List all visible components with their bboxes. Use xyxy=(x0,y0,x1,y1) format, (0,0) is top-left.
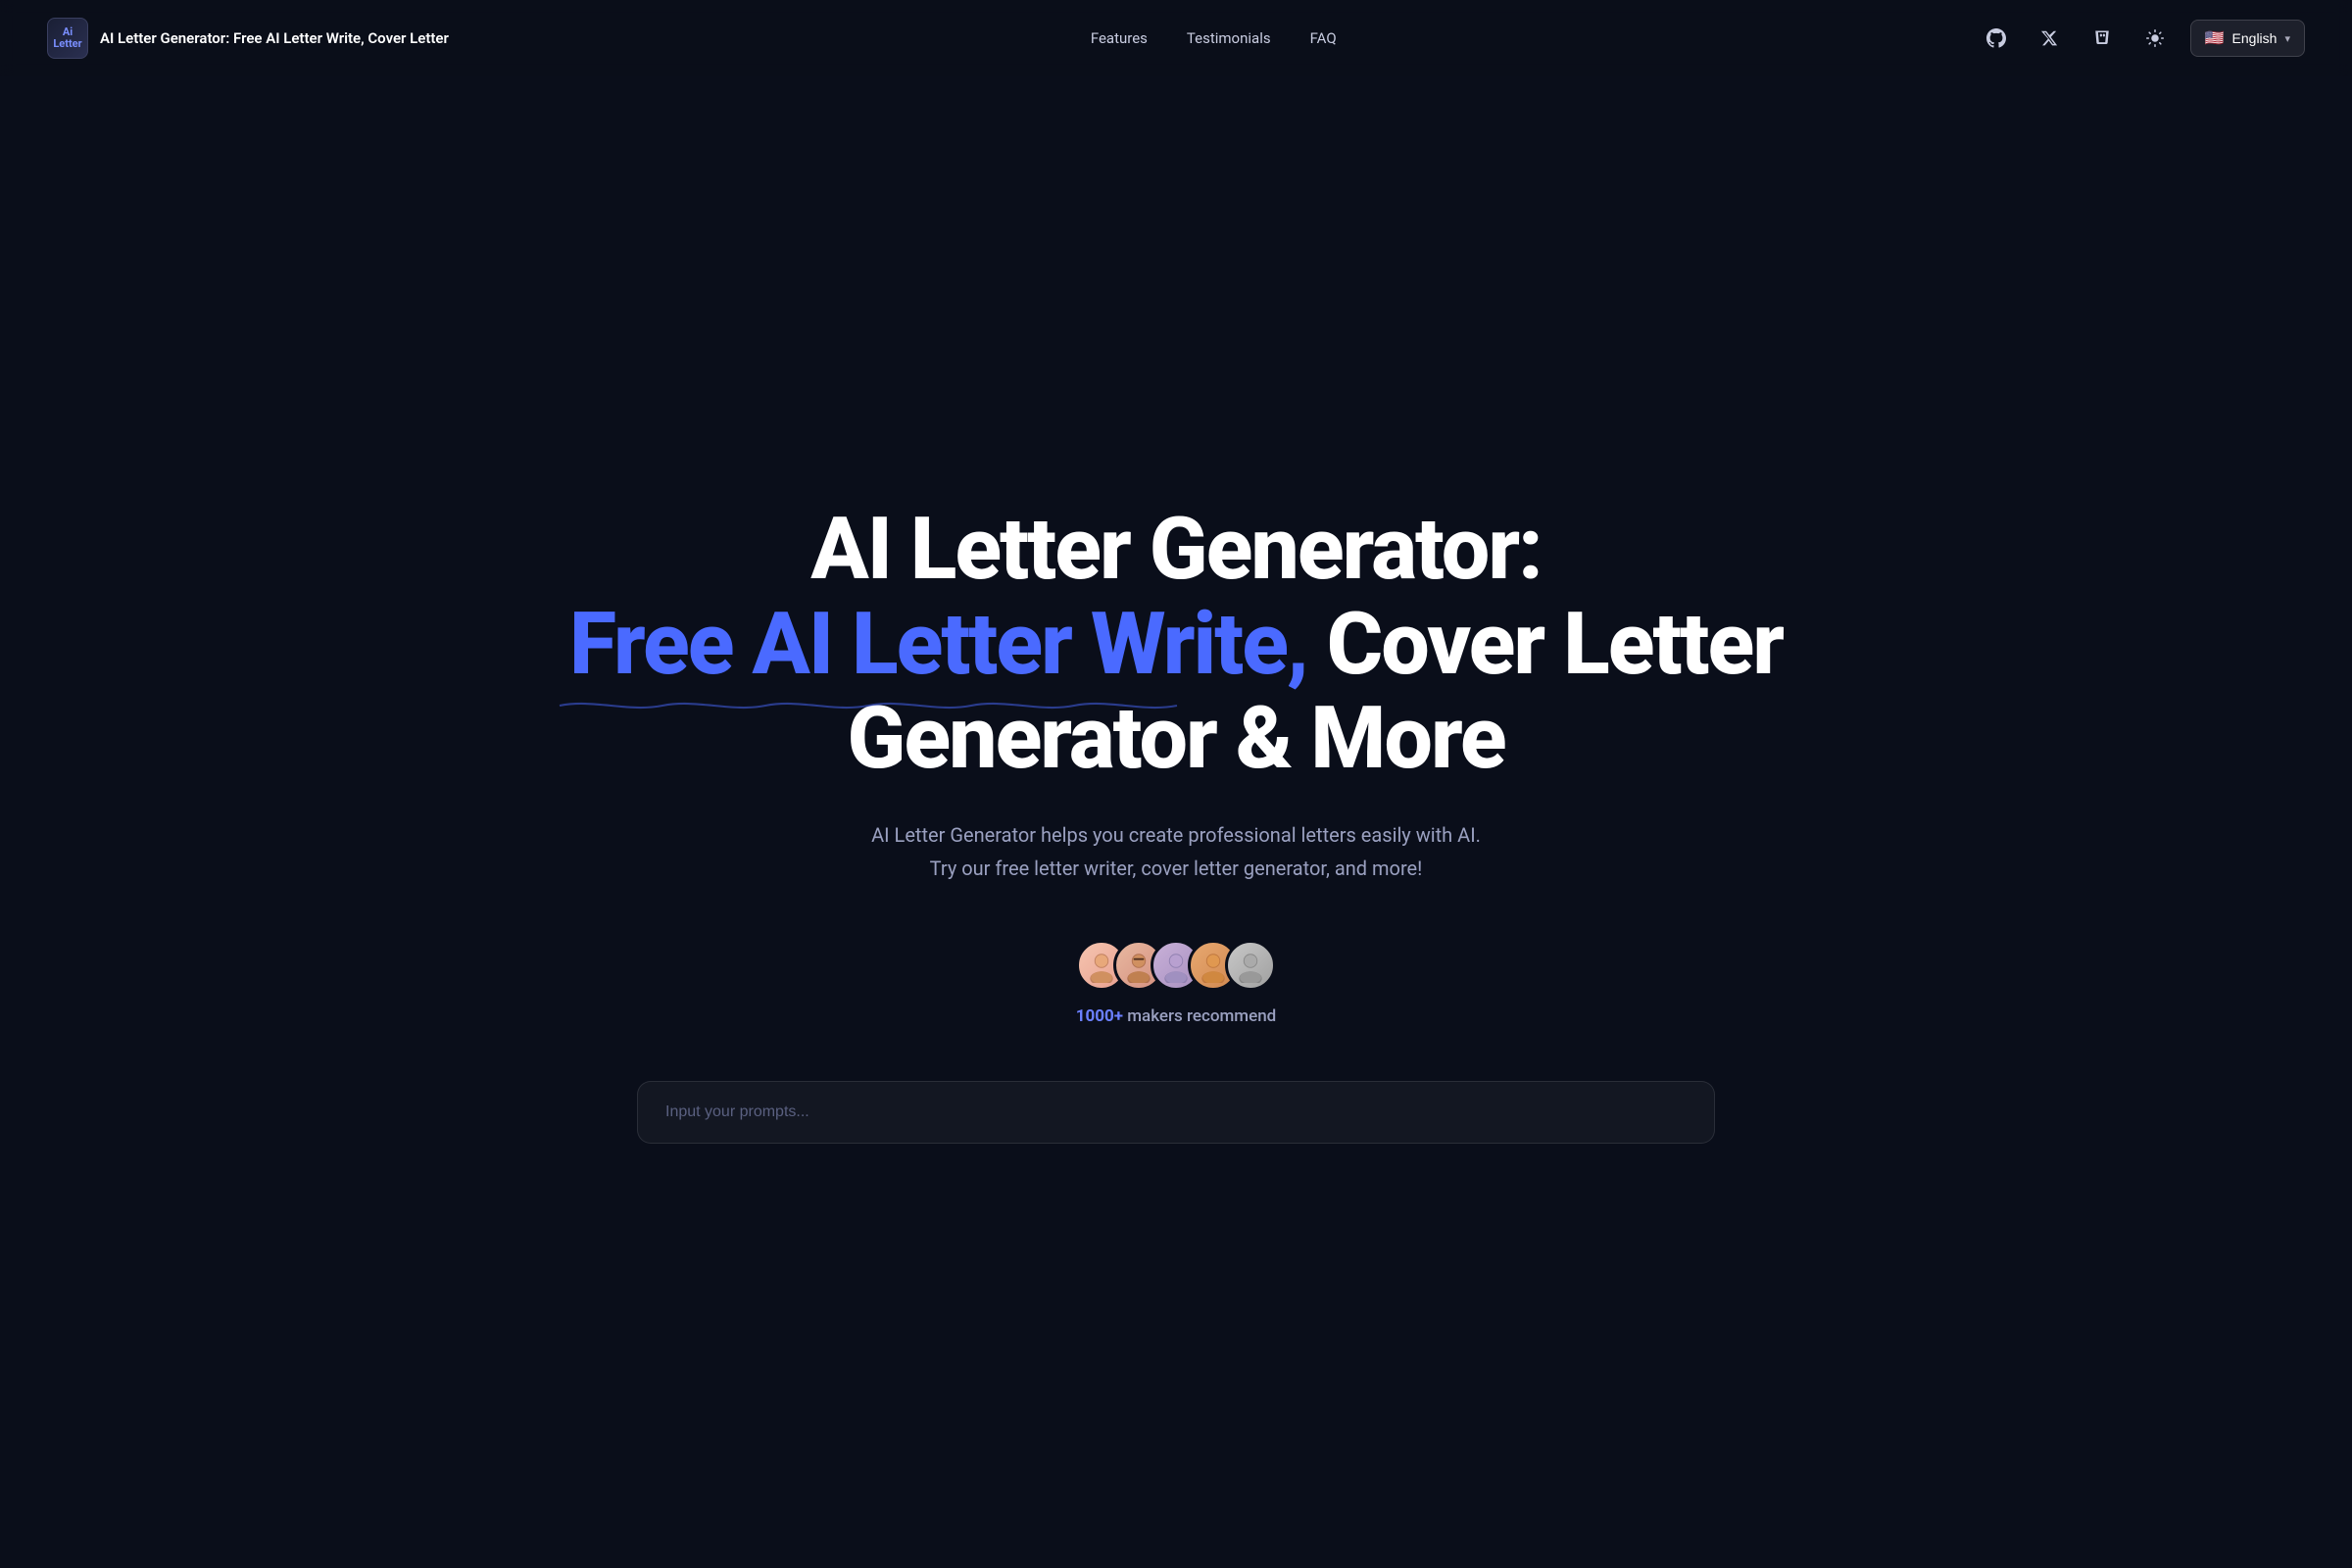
makers-count: 1000+ xyxy=(1076,1006,1123,1026)
language-label: English xyxy=(2232,30,2278,46)
prompt-input-area xyxy=(637,1081,1715,1144)
chevron-down-icon: ▾ xyxy=(2284,32,2290,45)
nav-faq[interactable]: FAQ xyxy=(1310,29,1337,47)
github-icon[interactable] xyxy=(1979,21,2014,56)
navbar-center: Features Testimonials FAQ xyxy=(1091,29,1337,47)
navbar-left: Ai Letter AI Letter Generator: Free AI L… xyxy=(47,18,449,59)
navbar-right: 🇺🇸 English ▾ xyxy=(1979,20,2305,57)
squiggle-decoration xyxy=(560,699,1177,712)
hero-title: AI Letter Generator: Free AI Letter Writ… xyxy=(569,503,1783,787)
makers-recommend: 1000+ makers recommend xyxy=(1076,1006,1277,1026)
coffee-icon[interactable] xyxy=(2084,21,2120,56)
prompt-input[interactable] xyxy=(665,1103,1687,1121)
social-proof: 1000+ makers recommend xyxy=(1076,940,1277,1026)
avatar xyxy=(1225,940,1276,991)
hero-subtitle: AI Letter Generator helps you create pro… xyxy=(871,818,1481,885)
navbar: Ai Letter AI Letter Generator: Free AI L… xyxy=(0,0,2352,76)
hero-title-line1: AI Letter Generator: xyxy=(810,499,1542,600)
nav-testimonials[interactable]: Testimonials xyxy=(1187,29,1271,47)
hero-section: AI Letter Generator: Free AI Letter Writ… xyxy=(0,0,2352,1568)
hero-title-highlight: Free AI Letter Write, xyxy=(569,594,1327,695)
avatars-group xyxy=(1076,940,1276,991)
site-title: AI Letter Generator: Free AI Letter Writ… xyxy=(100,29,449,47)
logo: Ai Letter xyxy=(47,18,88,59)
nav-features[interactable]: Features xyxy=(1091,29,1148,47)
theme-toggle-icon[interactable] xyxy=(2137,21,2173,56)
language-flag: 🇺🇸 xyxy=(2205,28,2225,48)
makers-recommend-text: makers recommend xyxy=(1127,1006,1276,1026)
language-selector[interactable]: 🇺🇸 English ▾ xyxy=(2190,20,2305,57)
x-twitter-icon[interactable] xyxy=(2032,21,2067,56)
